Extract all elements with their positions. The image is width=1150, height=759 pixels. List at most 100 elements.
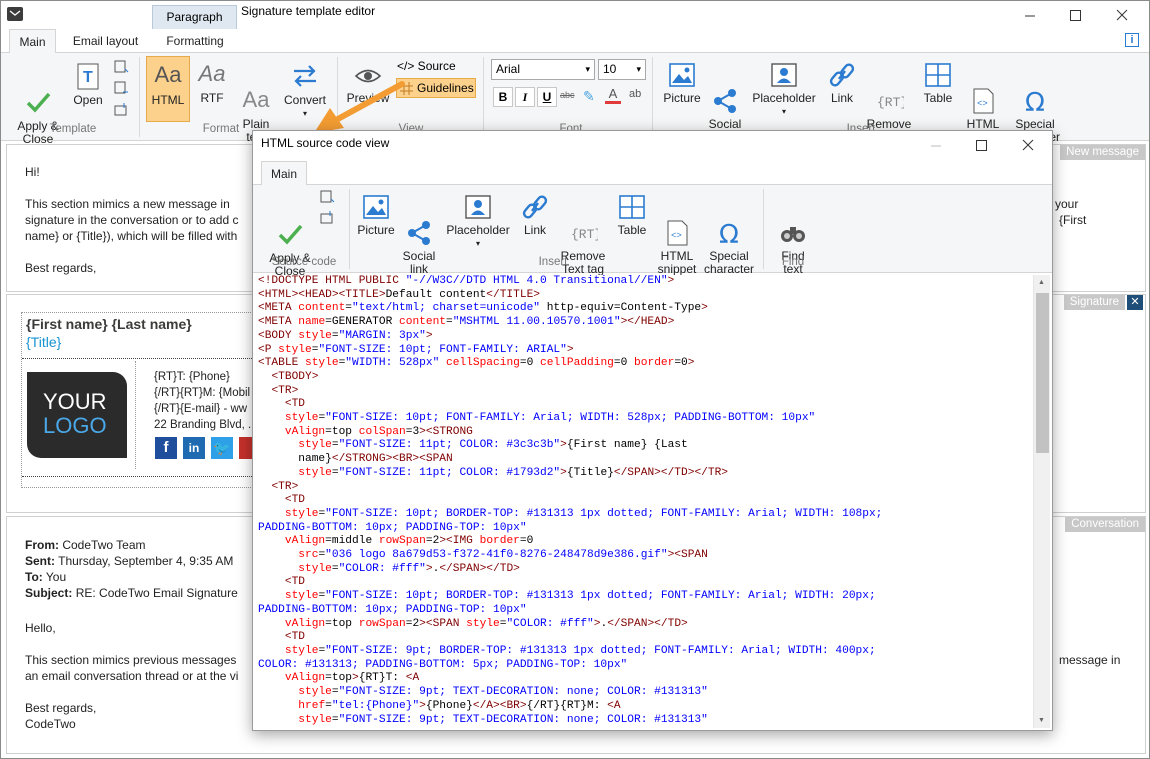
code-line: style="FONT-SIZE: 9pt; TEXT-DECORATION: … — [258, 714, 1033, 728]
strikethrough-icon[interactable]: abc — [560, 90, 575, 100]
maximize-button[interactable] — [1053, 1, 1099, 29]
dialog-minimize-button[interactable] — [913, 131, 959, 159]
close-signature-icon[interactable]: ✕ — [1127, 295, 1143, 310]
table-button[interactable]: Table — [919, 61, 957, 105]
bold-button[interactable]: B — [493, 87, 513, 107]
import-icon[interactable] — [113, 101, 129, 117]
code-token: src — [298, 549, 319, 562]
code-token: = — [446, 316, 453, 329]
info-icon[interactable]: i — [1125, 33, 1139, 47]
dialog-ribbon: Apply & Close Source code Picture Social… — [253, 185, 1052, 278]
svg-text:T: T — [83, 69, 93, 86]
code-line: style="FONT-SIZE: 9pt; BORDER-TOP: #1313… — [258, 645, 1033, 659]
body-text-right2: {First — [1059, 213, 1087, 227]
source-code-editor[interactable]: <!DOCTYPE HTML PUBLIC "-//W3C//DTD HTML … — [257, 275, 1033, 728]
export-icon[interactable] — [113, 80, 129, 96]
dialog-picture-button[interactable]: Picture — [355, 193, 397, 237]
html-format-button[interactable]: Aa HTML — [146, 56, 190, 122]
picture-button[interactable]: Picture — [660, 61, 704, 105]
dialog-tab-main[interactable]: Main — [261, 161, 307, 186]
code-token: vAlign — [284, 425, 326, 438]
code-token: = — [331, 439, 339, 452]
twitter-icon[interactable]: 🐦 — [211, 437, 233, 459]
chevron-down-icon: ▾ — [636, 64, 641, 74]
code-token: <A — [405, 672, 420, 685]
open-button[interactable]: T Open — [69, 61, 107, 107]
underline-button[interactable]: U — [537, 87, 557, 107]
scroll-down-icon[interactable]: ▼ — [1038, 717, 1045, 724]
code-token: style — [298, 562, 332, 575]
scrollbar-thumb[interactable] — [1036, 293, 1049, 453]
code-line: PADDING-BOTTOM: 10px; PADDING-TOP: 10px" — [258, 522, 1033, 536]
context-tab-paragraph[interactable]: Paragraph — [152, 5, 237, 29]
dialog-close-button[interactable] — [1005, 131, 1051, 159]
divider — [135, 361, 136, 469]
code-token: > — [425, 562, 433, 575]
placeholder-icon — [771, 63, 797, 87]
dialog-placeholder-button[interactable]: Placeholder ▾ — [443, 193, 513, 250]
dialog-link-button[interactable]: Link — [517, 193, 553, 237]
section-tag-conversation: Conversation — [1065, 517, 1145, 532]
checkmark-icon — [26, 92, 51, 113]
group-label-format: Format — [202, 123, 240, 135]
regards-text: Best regards, — [25, 701, 97, 715]
code-token: vAlign — [284, 617, 326, 630]
tab-main[interactable]: Main — [9, 29, 56, 54]
code-line: <TR> — [258, 481, 1033, 495]
save-source-icon[interactable] — [319, 189, 335, 205]
youtube-icon[interactable] — [239, 437, 253, 459]
rtf-format-button[interactable]: Aa RTF — [193, 61, 231, 105]
code-line: style="FONT-SIZE: 10pt; BORDER-TOP: #131… — [258, 590, 1033, 604]
font-size-select[interactable]: 10 ▾ — [598, 59, 646, 80]
code-token: <TR> — [271, 480, 299, 493]
save-template-icon[interactable] — [113, 59, 129, 75]
scroll-up-icon[interactable]: ▲ — [1038, 279, 1045, 286]
code-token: > — [425, 329, 433, 342]
dialog-table-button[interactable]: Table — [613, 193, 651, 237]
link-button[interactable]: Link — [823, 61, 861, 105]
italic-button[interactable]: I — [515, 87, 535, 107]
code-token: {First name} {Last — [566, 439, 688, 452]
code-token: style — [305, 357, 339, 370]
tab-formatting[interactable]: Formatting — [153, 29, 237, 54]
minimize-button[interactable] — [1007, 1, 1053, 29]
svg-text:Ω: Ω — [1025, 88, 1045, 115]
code-token: > — [667, 275, 675, 287]
load-source-icon[interactable] — [319, 209, 335, 225]
close-button[interactable] — [1099, 1, 1145, 29]
font-family-select[interactable]: Arial ▾ — [491, 59, 595, 80]
code-token: </A><BR> — [472, 699, 527, 712]
code-line: vAlign=top rowSpan=2><SPAN style="COLOR:… — [258, 618, 1033, 632]
code-token: = — [331, 713, 339, 726]
group-label-template: Template — [49, 123, 97, 135]
facebook-icon[interactable]: f — [155, 437, 177, 459]
code-token: </STRONG><BR><SPAN — [331, 453, 453, 466]
vertical-scrollbar[interactable]: ▲ ▼ — [1033, 275, 1050, 728]
closing-text: Best regards, — [25, 261, 97, 275]
svg-text:<>: <> — [671, 231, 682, 241]
code-token: > — [566, 343, 574, 356]
divider — [22, 358, 262, 359]
source-button[interactable]: </> Source — [397, 59, 456, 75]
code-token: "WIDTH: 528px" — [345, 357, 440, 370]
code-line: style="FONT-SIZE: 10pt; BORDER-TOP: #131… — [258, 508, 1033, 522]
code-line: vAlign=top colSpan=3><STRONG — [258, 426, 1033, 440]
highlight-icon[interactable]: ✎ — [583, 88, 595, 105]
font-color-icon[interactable]: A — [605, 87, 621, 104]
clear-format-icon[interactable]: ab — [629, 88, 641, 100]
code-token: <TD — [284, 398, 306, 411]
dialog-maximize-button[interactable] — [959, 131, 1005, 159]
omega-icon: Ω — [719, 220, 739, 247]
tab-email-layout[interactable]: Email layout — [63, 29, 148, 54]
code-line: style="FONT-SIZE: 9pt; TEXT-DECORATION: … — [258, 686, 1033, 700]
code-line: <TD — [258, 631, 1033, 645]
linkedin-icon[interactable]: in — [183, 437, 205, 459]
code-token: style — [298, 713, 332, 726]
placeholder-button[interactable]: Placeholder ▾ — [749, 61, 819, 118]
code-line: style="FONT-SIZE: 10pt; FONT-FAMILY: Ari… — [258, 412, 1033, 426]
